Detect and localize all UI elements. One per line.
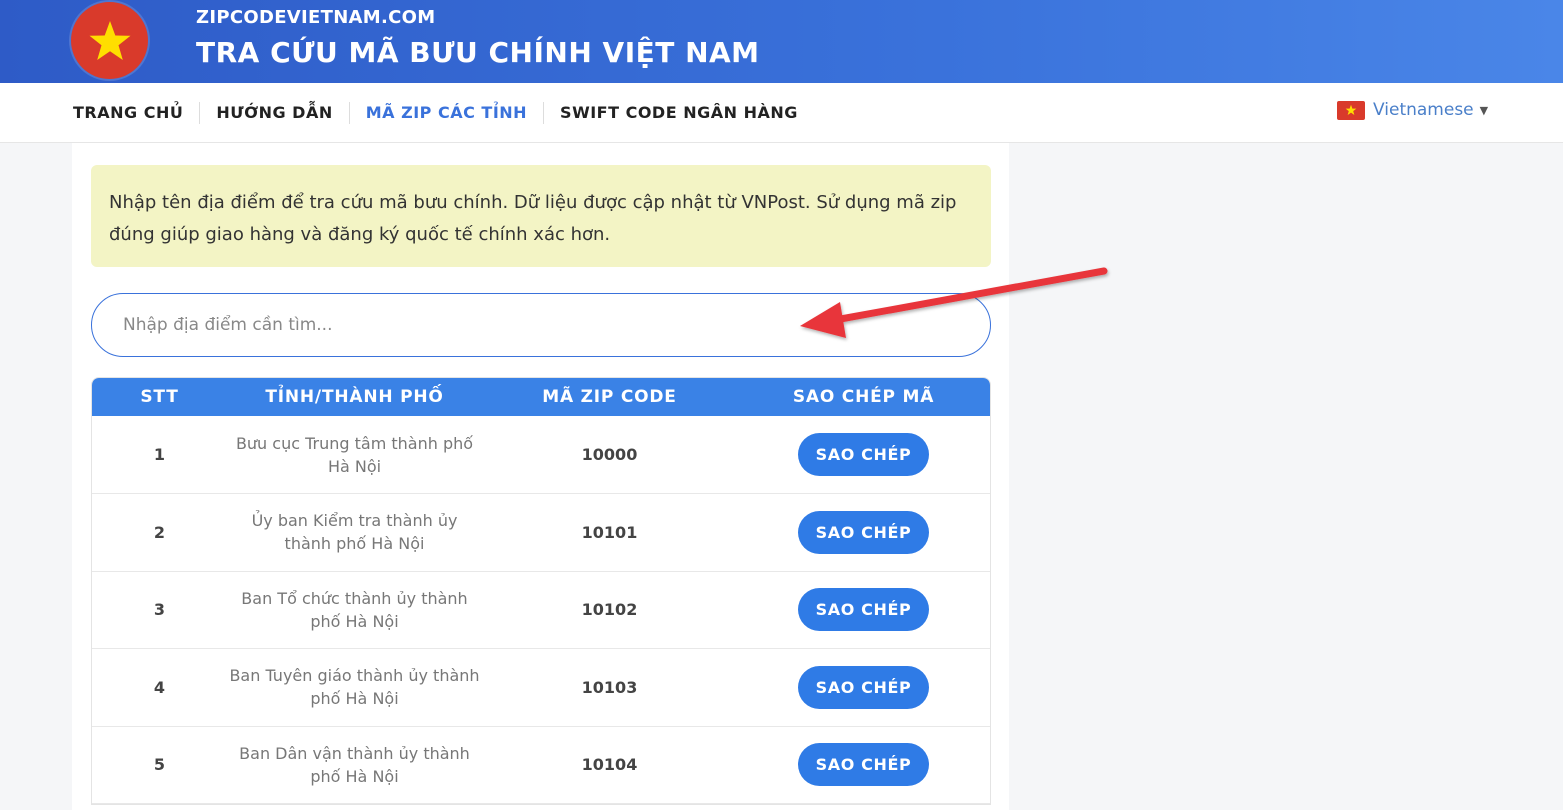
nav-item-province-zip[interactable]: MÃ ZIP CÁC TỈNH [350,102,545,124]
column-header-zip: MÃ ZIP CODE [542,387,677,407]
vietnam-flag-logo[interactable] [71,2,148,79]
row-name: Bưu cục Trung tâm thành phố Hà Nội [235,433,474,476]
site-header: ZIPCODEVIETNAM.COM TRA CỨU MÃ BƯU CHÍNH … [0,0,1563,83]
row-zip: 10101 [581,522,638,542]
row-stt: 4 [153,677,166,697]
row-action: SAO CHÉP [737,494,990,572]
copy-button[interactable]: SAO CHÉP [798,665,929,709]
column-header-copy: SAO CHÉP MÃ [792,387,935,407]
row-zip: 10104 [581,755,638,775]
site-title[interactable]: TRA CỨU MÃ BƯU CHÍNH VIỆT NAM [196,36,760,69]
row-stt: 1 [153,445,166,464]
row-name: Ban Tuyên giáo thành ủy thành phố Hà Nội [229,666,480,709]
star-icon [89,20,130,60]
table-row: 3 Ban Tổ chức thành ủy thành phố Hà Nội … [92,571,990,649]
row-zip: 10102 [581,600,638,620]
row-zip: 10103 [581,677,638,697]
main-navbar: TRANG CHỦ HƯỚNG DẪN MÃ ZIP CÁC TỈNH SWIF… [0,83,1563,143]
main-content-panel: Nhập tên địa điểm để tra cứu mã bưu chín… [72,143,1009,810]
table-row: 5 Ban Dân vận thành ủy thành phố Hà Nội … [92,726,990,804]
copy-button[interactable]: SAO CHÉP [798,743,929,787]
row-name: Ban Dân vận thành ủy thành phố Hà Nội [239,743,470,786]
vietnam-flag-icon [1337,100,1365,120]
row-action: SAO CHÉP [737,571,990,649]
copy-button[interactable]: SAO CHÉP [798,588,929,632]
info-notice: Nhập tên địa điểm để tra cứu mã bưu chín… [91,165,991,267]
table-header-row: STT TỈNH/THÀNH PHỐ MÃ ZIP CODE SAO CHÉP … [92,378,990,416]
table-row: 1 Bưu cục Trung tâm thành phố Hà Nội 100… [92,416,990,494]
nav-item-guide[interactable]: HƯỚNG DẪN [200,102,350,124]
language-selector[interactable]: Vietnamese ▼ [1337,100,1488,120]
table-row: 4 Ban Tuyên giáo thành ủy thành phố Hà N… [92,649,990,727]
row-stt: 5 [153,755,166,775]
row-action: SAO CHÉP [737,416,990,494]
language-label: Vietnamese [1373,100,1474,120]
copy-button[interactable]: SAO CHÉP [798,433,929,476]
nav-item-home[interactable]: TRANG CHỦ [73,102,201,124]
copy-button[interactable]: SAO CHÉP [798,510,929,554]
row-stt: 2 [153,522,166,542]
column-header-stt: STT [140,387,179,407]
zip-code-table: STT TỈNH/THÀNH PHỐ MÃ ZIP CODE SAO CHÉP … [91,377,991,805]
nav-list: TRANG CHỦ HƯỚNG DẪN MÃ ZIP CÁC TỈNH SWIF… [73,83,814,143]
row-name: Ban Tổ chức thành ủy thành phố Hà Nội [241,588,468,631]
row-action: SAO CHÉP [737,649,990,727]
search-input[interactable] [91,293,991,357]
column-header-province: TỈNH/THÀNH PHỐ [265,387,444,407]
nav-item-swift-code[interactable]: SWIFT CODE NGÂN HÀNG [544,102,814,124]
site-domain[interactable]: ZIPCODEVIETNAM.COM [196,7,435,28]
table-row: 2 Ủy ban Kiểm tra thành ủy thành phố Hà … [92,494,990,572]
row-zip: 10000 [581,445,638,464]
row-action: SAO CHÉP [737,726,990,804]
chevron-down-icon: ▼ [1479,103,1489,117]
row-stt: 3 [153,600,166,620]
row-name: Ủy ban Kiểm tra thành ủy thành phố Hà Nộ… [251,511,458,554]
